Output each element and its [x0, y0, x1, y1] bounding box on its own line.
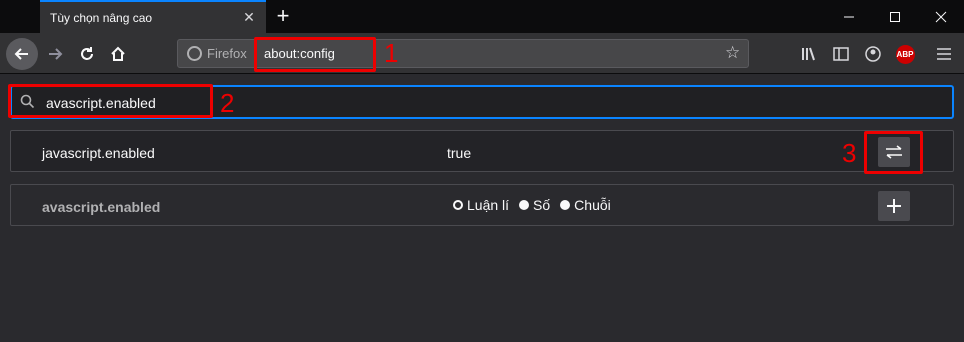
radio-string[interactable]: Chuỗi [560, 197, 611, 213]
adblock-plus-button[interactable]: ABP [893, 42, 917, 66]
title-bar: Tùy chọn nâng cao ✕ + [0, 0, 964, 33]
new-pref-name: avascript.enabled [42, 199, 161, 215]
reload-icon [81, 47, 93, 60]
close-window-button[interactable] [918, 0, 964, 33]
pref-type-radio-group: Luận lí Số Chuỗi [453, 197, 611, 213]
close-window-icon [935, 11, 947, 22]
sidebar-icon[interactable] [829, 42, 853, 66]
tab-active[interactable]: Tùy chọn nâng cao ✕ [40, 0, 266, 33]
star-icon[interactable]: ☆ [725, 43, 740, 63]
annotation-number-1: 1 [384, 38, 399, 68]
firefox-icon [187, 46, 202, 61]
identity-label: Firefox [207, 46, 247, 61]
account-icon[interactable] [861, 42, 885, 66]
add-icon [887, 199, 901, 213]
maximize-icon [890, 11, 900, 22]
pref-name: javascript.enabled [42, 145, 155, 161]
minimize-icon [844, 16, 854, 17]
add-button[interactable] [878, 191, 910, 221]
arrow-right-icon [49, 48, 63, 60]
close-icon[interactable]: ✕ [240, 8, 258, 26]
new-tab-button[interactable]: + [272, 4, 294, 28]
highlight-box-search [8, 84, 213, 118]
home-icon [111, 46, 125, 61]
arrow-left-icon [14, 48, 28, 60]
navigation-toolbar: Firefox about:config ☆ ABP [0, 33, 964, 74]
radio-number[interactable]: Số [519, 197, 550, 213]
radio-selected-icon [453, 200, 463, 210]
radio-label: Số [533, 197, 551, 213]
home-button[interactable] [103, 39, 133, 69]
reload-button[interactable] [72, 39, 102, 69]
radio-icon [560, 200, 571, 210]
radio-boolean[interactable]: Luận lí [453, 197, 509, 213]
back-button[interactable] [6, 38, 38, 70]
radio-label: Luận lí [467, 197, 510, 213]
new-pref-row: avascript.enabled Luận lí Số Chuỗi [10, 184, 954, 226]
menu-icon[interactable] [932, 42, 956, 66]
highlight-box-toggle [864, 131, 923, 174]
adblock-plus-icon: ABP [895, 44, 915, 64]
minimize-button[interactable] [826, 0, 872, 33]
forward-button[interactable] [40, 39, 70, 69]
tab-title: Tùy chọn nâng cao [50, 11, 153, 25]
radio-icon [519, 200, 530, 210]
annotation-number-3: 3 [842, 138, 857, 168]
library-icon[interactable] [797, 42, 821, 66]
pref-row: javascript.enabled true [10, 130, 954, 172]
annotation-number-2: 2 [220, 88, 235, 118]
maximize-button[interactable] [872, 0, 918, 33]
radio-label: Chuỗi [574, 197, 611, 213]
pref-value[interactable]: true [447, 145, 471, 161]
highlight-box-url [254, 37, 376, 72]
